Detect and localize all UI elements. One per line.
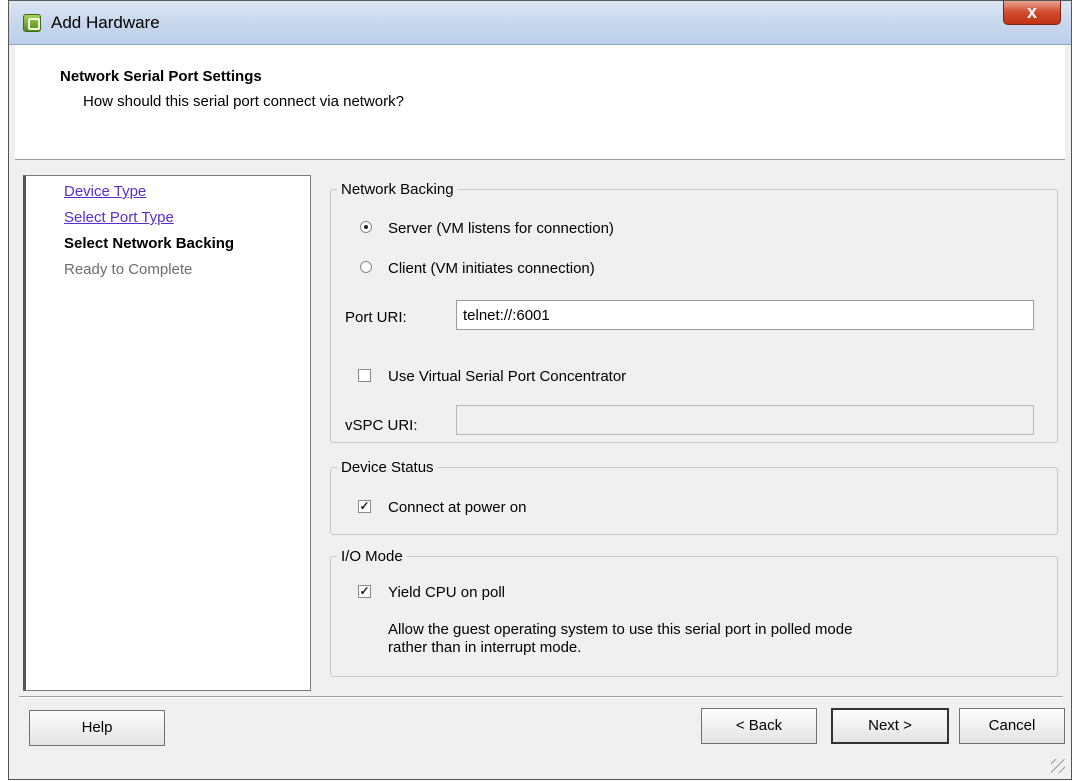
- close-button[interactable]: x: [1003, 1, 1061, 25]
- step-ready-to-complete: Ready to Complete: [64, 261, 193, 278]
- vspc-checkbox-label[interactable]: Use Virtual Serial Port Concentrator: [388, 368, 626, 385]
- next-button[interactable]: Next >: [831, 708, 949, 744]
- vspc-uri-label: vSPC URI:: [345, 417, 418, 434]
- client-radio-label[interactable]: Client (VM initiates connection): [388, 260, 595, 277]
- io-mode-legend: I/O Mode: [341, 548, 403, 565]
- device-status-legend: Device Status: [341, 459, 434, 476]
- step-select-network-backing: Select Network Backing: [64, 235, 235, 252]
- client-radio[interactable]: [360, 261, 372, 273]
- wizard-header: Network Serial Port Settings How should …: [15, 45, 1065, 160]
- wizard-steps-pane: Device Type Select Port Type Select Netw…: [23, 175, 311, 691]
- footer-separator: [19, 696, 1063, 698]
- cancel-button-label: Cancel: [988, 717, 1036, 734]
- back-button[interactable]: < Back: [701, 708, 817, 744]
- step-select-port-type[interactable]: Select Port Type: [64, 209, 174, 226]
- io-mode-description-line2: rather than in interrupt mode.: [388, 639, 582, 656]
- close-icon: x: [1026, 2, 1037, 22]
- server-radio-label[interactable]: Server (VM listens for connection): [388, 220, 614, 237]
- step-device-type[interactable]: Device Type: [64, 183, 146, 200]
- yield-cpu-label[interactable]: Yield CPU on poll: [388, 584, 505, 601]
- window-title: Add Hardware: [51, 13, 160, 32]
- cancel-button[interactable]: Cancel: [959, 708, 1065, 744]
- vsphere-app-icon: [23, 14, 41, 32]
- connect-power-on-checkbox[interactable]: ✓: [358, 500, 371, 513]
- page-title: Network Serial Port Settings: [60, 68, 262, 85]
- yield-cpu-checkbox[interactable]: ✓: [358, 585, 371, 598]
- vspc-checkbox[interactable]: [358, 369, 371, 382]
- back-button-label: < Back: [735, 717, 783, 734]
- server-radio[interactable]: [360, 221, 372, 233]
- io-mode-group: I/O Mode: [330, 548, 1058, 677]
- network-backing-legend: Network Backing: [341, 181, 454, 198]
- connect-power-on-label[interactable]: Connect at power on: [388, 499, 526, 516]
- io-mode-description-line1: Allow the guest operating system to use …: [388, 621, 853, 638]
- help-button[interactable]: Help: [29, 710, 165, 746]
- device-status-group: Device Status: [330, 459, 1058, 535]
- resize-grip-icon[interactable]: [1051, 759, 1065, 773]
- title-bar[interactable]: Add Hardware x: [9, 1, 1071, 45]
- add-hardware-dialog: Add Hardware x Network Serial Port Setti…: [8, 0, 1072, 780]
- page-subtitle: How should this serial port connect via …: [83, 93, 404, 110]
- next-button-label: Next >: [868, 717, 912, 734]
- port-uri-input[interactable]: [456, 300, 1034, 330]
- port-uri-label: Port URI:: [345, 309, 407, 326]
- help-button-label: Help: [81, 719, 113, 736]
- vspc-uri-input[interactable]: [456, 405, 1034, 435]
